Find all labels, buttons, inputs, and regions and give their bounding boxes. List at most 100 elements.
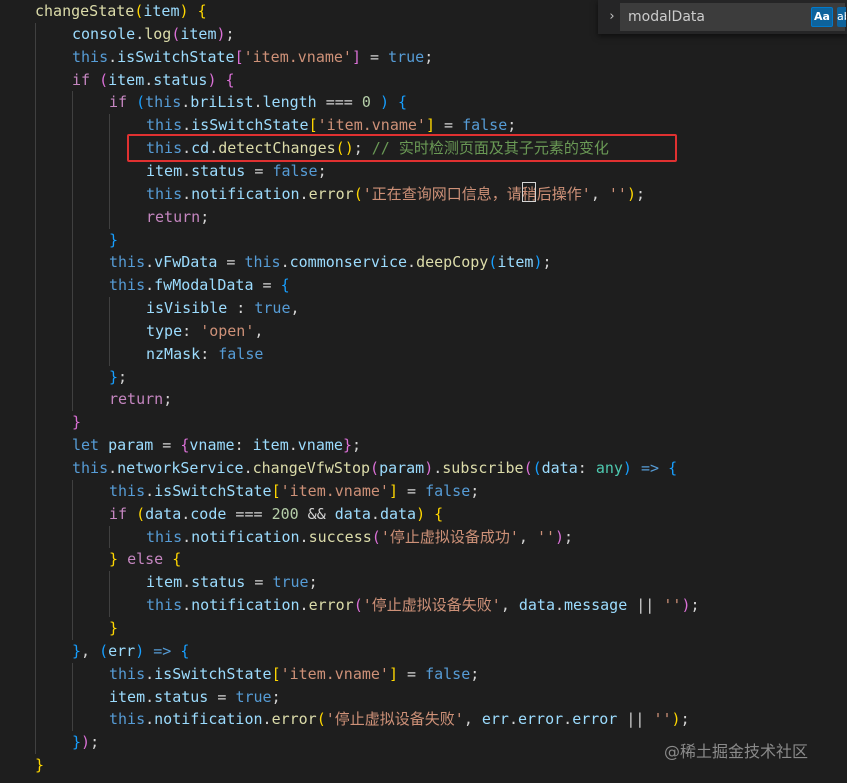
code-token: 0 [361, 93, 371, 112]
code-line[interactable]: this.isSwitchState['item.vname'] = true; [72, 46, 433, 69]
code-token: this [109, 710, 146, 729]
code-token: ) [626, 184, 636, 203]
code-token: . [370, 504, 380, 523]
code-token: data [541, 459, 578, 477]
code-line[interactable]: this.notification.error('停止虚拟设备失败', data… [146, 594, 700, 617]
code-line[interactable]: item.status = true; [109, 686, 281, 709]
code-editor[interactable]: changeState(item) {console.log(item); thi… [0, 0, 847, 783]
code-token: || [617, 710, 654, 729]
code-token: true [254, 299, 291, 318]
code-line[interactable]: }); [72, 731, 99, 754]
code-token: . [563, 710, 573, 729]
code-line[interactable]: this.networkService.changeVfwStop(param)… [72, 457, 677, 480]
code-token: { [434, 504, 444, 523]
indent-guide [109, 297, 110, 366]
code-token: { [180, 641, 190, 660]
code-token: ; [564, 527, 574, 546]
code-line[interactable]: isVisible : true, [146, 297, 300, 320]
code-token: ; [90, 733, 100, 752]
code-token: data [518, 596, 555, 615]
indent-guide [109, 525, 110, 549]
code-token: '' [663, 596, 682, 615]
code-token: error [518, 710, 564, 729]
code-line[interactable]: if (data.code === 200 && data.data) { [109, 503, 443, 526]
code-token: ; [470, 664, 480, 683]
code-token: item [143, 2, 180, 20]
code-line[interactable]: } [109, 617, 118, 640]
code-line[interactable]: return; [109, 388, 172, 411]
code-token: this [109, 253, 146, 272]
code-token: ; [424, 47, 434, 66]
code-line[interactable]: this.notification.success('停止虚拟设备成功', ''… [146, 526, 573, 549]
code-line[interactable]: if (item.status) { [72, 69, 235, 92]
code-token: . [433, 459, 443, 477]
code-token: this [109, 276, 146, 295]
code-line[interactable]: this.notification.error('停止虚拟设备失败', err.… [109, 708, 690, 731]
code-token: isSwitchState [117, 47, 235, 66]
code-line[interactable]: return; [146, 206, 209, 229]
match-case-button[interactable]: Aa [811, 7, 833, 27]
code-token: ) [135, 641, 145, 660]
code-token: . [182, 573, 192, 592]
code-token: . [407, 253, 417, 272]
code-token: . [108, 47, 118, 66]
code-token: data [334, 504, 371, 523]
whole-word-button[interactable]: ab [837, 7, 846, 27]
code-token: : [234, 436, 253, 455]
code-token: return [146, 207, 201, 226]
code-line[interactable]: }; [109, 366, 127, 389]
code-token: = [435, 116, 463, 135]
code-token: ; [635, 184, 646, 203]
code-line[interactable]: } else { [109, 548, 181, 571]
code-line[interactable]: } [35, 754, 44, 777]
code-token: item [180, 24, 217, 43]
chevron-right-icon[interactable]: › [604, 7, 620, 27]
code-token: changeVfwStop [252, 459, 371, 477]
code-token: } [109, 230, 119, 249]
code-token: ( [488, 253, 498, 272]
code-token: '停止虚拟设备成功' [380, 527, 519, 546]
code-token: this [146, 527, 183, 546]
code-token: if [109, 504, 128, 523]
code-line[interactable]: } [72, 411, 81, 434]
code-token: error [572, 710, 618, 729]
code-token: 'item.vname' [243, 47, 352, 66]
code-line[interactable]: console.log(item); [72, 23, 235, 46]
code-line[interactable]: this.fwModalData = { [109, 274, 290, 297]
code-token: 'item.vname' [280, 481, 389, 500]
code-line[interactable]: item.status = true; [146, 571, 318, 594]
code-line[interactable]: this.isSwitchState['item.vname'] = false… [109, 663, 479, 686]
code-line[interactable]: if (this.briList.length === 0 ) { [109, 91, 407, 114]
code-token: '正在查询网口信息，请稍后操作' [362, 184, 591, 203]
code-token: ( [353, 184, 363, 203]
code-token: code [190, 504, 227, 523]
code-token: . [299, 596, 309, 615]
code-token: notification [191, 527, 300, 546]
code-line[interactable]: changeState(item) { [35, 0, 207, 23]
code-token: item [497, 253, 534, 272]
code-token: . [145, 687, 155, 706]
code-token: => [631, 459, 669, 477]
find-input[interactable]: modalData Aa ab [620, 3, 846, 31]
code-token: data [145, 504, 182, 523]
code-line[interactable]: item.status = false; [146, 160, 327, 183]
code-line[interactable]: let param = {vname: item.vname}; [72, 434, 361, 457]
code-line[interactable]: nzMask: false [146, 343, 263, 366]
code-token: console [72, 24, 136, 43]
code-line[interactable]: } [109, 229, 118, 252]
code-token: false [425, 664, 471, 683]
code-line[interactable]: this.isSwitchState['item.vname'] = false… [109, 480, 479, 503]
code-line[interactable]: this.vFwData = this.commonservice.deepCo… [109, 251, 552, 274]
code-line[interactable]: this.notification.error('正在查询网口信息，请稍后操作'… [146, 183, 645, 206]
code-token: : [577, 459, 596, 477]
code-token: any [595, 459, 623, 477]
code-line[interactable]: type: 'open', [146, 320, 263, 343]
code-token: ) [622, 459, 632, 477]
code-token: status [153, 70, 208, 89]
code-line[interactable]: }, (err) => { [72, 640, 189, 663]
code-token: ( [99, 70, 109, 89]
